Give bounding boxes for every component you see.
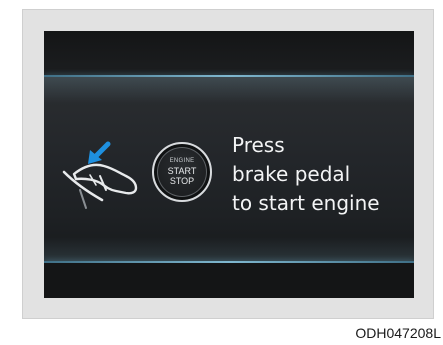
- warning-message: Press brake pedal to start engine: [232, 131, 380, 218]
- arrow-icon: [88, 141, 111, 164]
- message-line: to start engine: [232, 191, 380, 215]
- start-button-start-label: START: [167, 166, 197, 176]
- start-button-engine-label: ENGINE: [169, 158, 195, 164]
- message-line: Press: [232, 133, 285, 157]
- display-bottom-band: [44, 263, 414, 298]
- figure-code: ODH047208L: [355, 325, 441, 341]
- display-top-band: [44, 31, 414, 75]
- brake-pedal-icon: [62, 141, 138, 209]
- message-line: brake pedal: [232, 162, 351, 186]
- start-button-stop-label: STOP: [169, 176, 195, 186]
- engine-start-stop-button-icon: ENGINE START STOP: [152, 142, 212, 202]
